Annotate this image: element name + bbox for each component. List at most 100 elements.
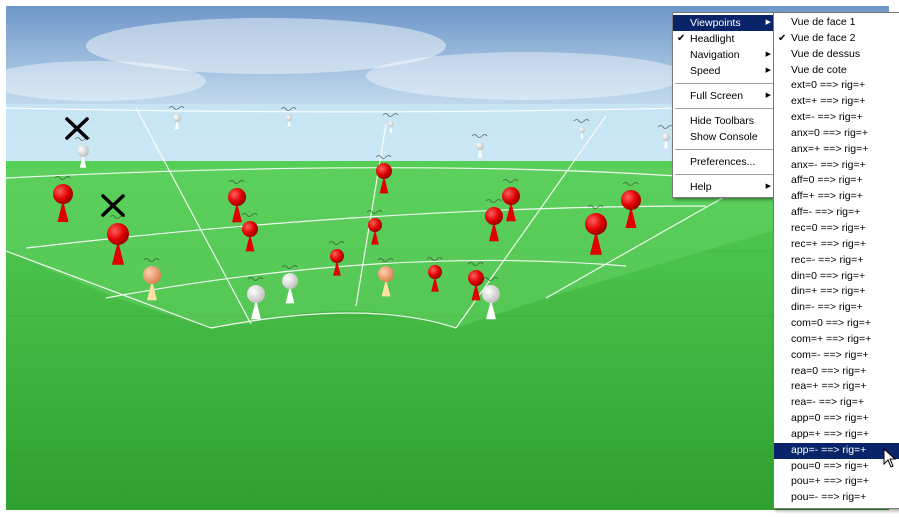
viewpoint-item-label: anx=0 ==> rig=+: [791, 126, 869, 139]
viewpoint-item[interactable]: Vue de cote: [774, 63, 899, 79]
menu-item-label: Show Console: [690, 131, 758, 143]
menu-item[interactable]: Viewpoints ▶: [673, 15, 777, 31]
menu-separator: [675, 149, 775, 150]
menu-item[interactable]: Full Screen ▶: [673, 88, 777, 104]
submenu-arrow-icon: ▶: [765, 19, 771, 26]
viewpoints-submenu: Vue de face 1 ✔ Vue de face 2 Vue de dessus…: [773, 12, 899, 510]
viewpoint-item-label: aff=+ ==> rig=+: [791, 190, 863, 203]
viewpoint-item[interactable]: aff=+ ==> rig=+: [774, 189, 899, 205]
viewpoint-item[interactable]: app=+ ==> rig=+: [774, 427, 899, 443]
viewpoint-item[interactable]: aff=0 ==> rig=+: [774, 173, 899, 189]
viewpoint-item[interactable]: anx=- ==> rig=+: [774, 158, 899, 174]
marker-sphere: [53, 184, 73, 204]
menu-item[interactable]: Show Console: [673, 129, 777, 145]
viewpoint-item-label: Vue de face 1: [791, 16, 856, 28]
viewpoint-item[interactable]: ext=+ ==> rig=+: [774, 94, 899, 110]
marker-sphere: [228, 188, 246, 206]
viewpoint-item-label: Vue de face 2: [791, 31, 856, 44]
marker-sphere: [282, 273, 298, 289]
viewpoint-item-label: pou=0 ==> rig=+: [791, 459, 869, 472]
marker-sphere: [368, 218, 382, 232]
viewpoint-item[interactable]: rea=+ ==> rig=+: [774, 379, 899, 395]
viewpoint-item[interactable]: ext=0 ==> rig=+: [774, 78, 899, 94]
menu-item[interactable]: Hide Toolbars: [673, 113, 777, 129]
marker-sphere: [286, 115, 292, 121]
viewpoint-item-label: rec=0 ==> rig=+: [791, 221, 866, 234]
viewpoint-item-label: pou=+ ==> rig=+: [791, 475, 869, 488]
viewpoint-item[interactable]: com=+ ==> rig=+: [774, 332, 899, 348]
viewpoint-item[interactable]: Vue de dessus: [774, 47, 899, 63]
viewpoint-item-label: rea=0 ==> rig=+: [791, 364, 867, 377]
marker-sphere: [621, 190, 641, 210]
viewpoint-item-label: com=- ==> rig=+: [791, 348, 869, 361]
viewpoint-item-label: rea=+ ==> rig=+: [791, 380, 867, 393]
viewpoint-item-label: app=- ==> rig=+: [791, 443, 867, 456]
menu-separator: [675, 108, 775, 109]
viewpoint-item[interactable]: ✔ Vue de face 2: [774, 31, 899, 47]
marker-sphere: [662, 133, 670, 141]
menu-item[interactable]: Speed ▶: [673, 63, 777, 79]
marker-sphere: [485, 207, 503, 225]
viewpoint-item[interactable]: com=0 ==> rig=+: [774, 316, 899, 332]
marker-sphere: [388, 121, 394, 127]
marker-sphere: [428, 265, 442, 279]
viewpoint-item[interactable]: rea=- ==> rig=+: [774, 395, 899, 411]
viewpoint-item[interactable]: rec=+ ==> rig=+: [774, 237, 899, 253]
marker-sphere: [376, 163, 392, 179]
viewpoint-item-label: ext=+ ==> rig=+: [791, 95, 866, 108]
cloud: [366, 52, 686, 100]
submenu-arrow-icon: ▶: [765, 51, 771, 58]
viewpoint-item-label: Vue de dessus: [791, 47, 861, 60]
viewpoint-item[interactable]: rec=0 ==> rig=+: [774, 221, 899, 237]
viewpoint-item[interactable]: rea=0 ==> rig=+: [774, 364, 899, 380]
marker-sphere: [77, 145, 89, 157]
menu-item-label: Preferences...: [690, 156, 756, 168]
viewpoint-item[interactable]: pou=+ ==> rig=+: [774, 474, 899, 490]
menu-item-label: Navigation: [690, 49, 740, 61]
viewpoint-item[interactable]: din=0 ==> rig=+: [774, 269, 899, 285]
viewpoint-item[interactable]: din=- ==> rig=+: [774, 300, 899, 316]
marker-sphere: [378, 266, 394, 282]
viewpoint-item[interactable]: anx=0 ==> rig=+: [774, 126, 899, 142]
viewpoint-item-label: din=- ==> rig=+: [791, 301, 863, 314]
checkmark-icon: ✔: [677, 33, 686, 44]
menu-item-label: Viewpoints: [690, 17, 741, 29]
marker-sphere: [242, 221, 258, 237]
viewpoint-item-label: ext=0 ==> rig=+: [791, 79, 866, 92]
marker-sphere: [579, 127, 585, 133]
menu-item[interactable]: Navigation ▶: [673, 47, 777, 63]
viewpoint-item[interactable]: app=- ==> rig=+: [774, 442, 899, 459]
viewpoint-item[interactable]: ext=- ==> rig=+: [774, 110, 899, 126]
submenu-arrow-icon: ▶: [765, 183, 771, 190]
viewpoint-item[interactable]: pou=- ==> rig=+: [774, 490, 899, 506]
menu-item[interactable]: ✔ Headlight: [673, 31, 777, 47]
viewpoint-item-label: aff=0 ==> rig=+: [791, 174, 863, 187]
menu-item-label: Full Screen: [690, 90, 744, 102]
viewpoint-item-label: din=0 ==> rig=+: [791, 269, 866, 282]
menu-item[interactable]: Preferences...: [673, 154, 777, 170]
marker-sphere: [585, 213, 607, 235]
menu-item-label: Speed: [690, 65, 721, 77]
viewpoint-item[interactable]: Vue de face 1: [774, 15, 899, 31]
viewpoint-item[interactable]: din=+ ==> rig=+: [774, 284, 899, 300]
viewpoint-item-label: app=+ ==> rig=+: [791, 427, 869, 440]
viewpoint-item-label: pou=- ==> rig=+: [791, 491, 867, 504]
viewpoint-item-label: rec=+ ==> rig=+: [791, 237, 867, 250]
viewpoint-item[interactable]: anx=+ ==> rig=+: [774, 142, 899, 158]
marker-sphere: [330, 249, 344, 263]
viewpoint-item[interactable]: aff=- ==> rig=+: [774, 205, 899, 221]
viewpoint-item-label: anx=+ ==> rig=+: [791, 142, 869, 155]
viewpoint-item[interactable]: rec=- ==> rig=+: [774, 253, 899, 269]
viewpoint-item-label: ext=- ==> rig=+: [791, 111, 863, 124]
menu-item[interactable]: Help ▶: [673, 179, 777, 195]
viewpoint-item-label: aff=- ==> rig=+: [791, 206, 861, 219]
viewpoint-item-label: rec=- ==> rig=+: [791, 253, 864, 266]
viewpoint-item[interactable]: pou=0 ==> rig=+: [774, 459, 899, 475]
checkmark-icon: ✔: [778, 32, 787, 44]
marker-sphere: [476, 142, 484, 150]
viewpoint-item-label: anx=- ==> rig=+: [791, 158, 866, 171]
menu-separator: [675, 174, 775, 175]
viewpoint-item[interactable]: com=- ==> rig=+: [774, 348, 899, 364]
marker-sphere: [482, 285, 500, 303]
viewpoint-item[interactable]: app=0 ==> rig=+: [774, 411, 899, 427]
